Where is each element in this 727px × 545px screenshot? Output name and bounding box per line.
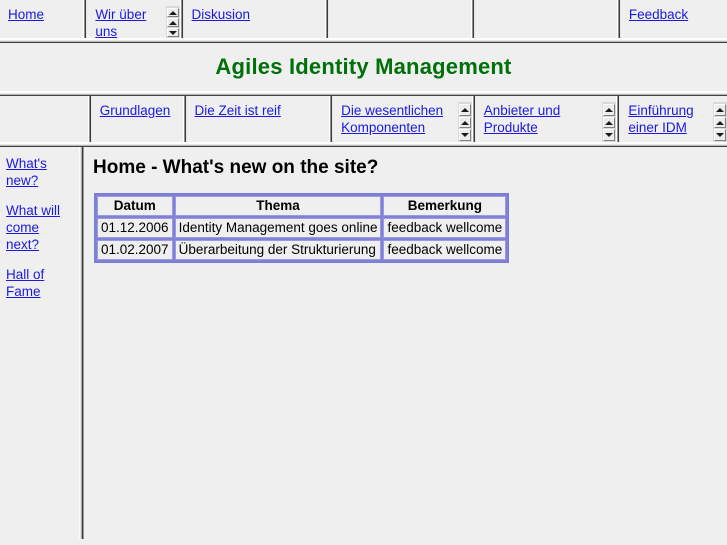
page-title: Agiles Identity Management [215, 54, 512, 79]
nav-scrollbar[interactable] [165, 6, 180, 38]
table-cell-thema: Überarbeitung der Strukturierung [174, 240, 382, 260]
table-body: 01.12.2006 Identity Management goes onlin… [97, 218, 507, 260]
table-row: 01.12.2006 Identity Management goes onlin… [97, 218, 507, 238]
table-column-header: Bemerkung [383, 196, 507, 216]
table-cell-bemerkung: feedback wellcome [383, 218, 507, 238]
sub-nav-frame: Grundlagen Die Zeit ist reif Die wesentlic… [0, 96, 727, 142]
scroll-down-button[interactable] [714, 129, 727, 142]
top-nav-item-empty [329, 0, 472, 38]
top-nav-item-diskusion[interactable]: Diskusion [183, 0, 326, 38]
table-column-header: Datum [97, 196, 173, 216]
scroll-up-button[interactable] [458, 116, 471, 129]
triangle-up-icon [605, 107, 614, 112]
triangle-up-icon [168, 10, 177, 15]
scroll-up-button[interactable] [166, 8, 179, 17]
triangle-up-icon [716, 107, 725, 112]
scroll-down-button[interactable] [603, 129, 616, 142]
sub-nav-item-empty [0, 96, 88, 142]
triangle-down-icon [168, 30, 177, 35]
scroll-up-button[interactable] [458, 104, 471, 116]
sidebar-item-what-s-new[interactable]: What's new? [6, 155, 73, 189]
nav-item-label: Diskusion [191, 7, 251, 22]
nav-item-label: Home [8, 7, 45, 22]
body-area: What's new? What will come next? Hall of F… [0, 147, 727, 539]
nav-scrollbar[interactable] [713, 102, 727, 142]
nav-item-label: Die wesentlichen Komponenten [341, 103, 444, 135]
scroll-up-button[interactable] [166, 18, 179, 27]
table-cell-datum: 01.02.2007 [97, 240, 173, 260]
nav-item-label: Wir über uns [95, 7, 147, 38]
top-nav-item-home[interactable]: Home [0, 0, 84, 38]
top-nav-item-empty [475, 0, 617, 38]
top-nav-bar: Home Wir über uns Diskusion Feedback [0, 0, 727, 38]
main-content: Home - What's new on the site? Datum Them… [84, 147, 727, 539]
table-cell-bemerkung: feedback wellcome [383, 240, 507, 260]
triangle-up-icon [716, 120, 725, 125]
sub-nav-item-anbieter-und-produkte[interactable]: Anbieter und Produkte [475, 96, 617, 142]
table-header-row: Datum Thema Bemerkung [97, 196, 507, 216]
table-cell-thema: Identity Management goes online [174, 218, 382, 238]
triangle-up-icon [460, 107, 469, 112]
page-frameset: Home Wir über uns Diskusion Feedback Agiles… [0, 0, 727, 545]
table-cell-datum: 01.12.2006 [97, 218, 173, 238]
nav-item-label: Feedback [628, 7, 689, 22]
sub-nav-item-grundlagen[interactable]: Grundlagen [91, 96, 183, 142]
nav-item-label: Anbieter und Produkte [483, 103, 561, 135]
nav-item-label: Einführung einer IDM [628, 103, 694, 135]
nav-item-label: Grundlagen [99, 103, 171, 118]
table-header: Datum Thema Bemerkung [97, 196, 507, 216]
scroll-down-button[interactable] [458, 129, 471, 142]
table-row: 01.02.2007 Überarbeitung der Strukturieru… [97, 240, 507, 260]
sidebar-item-what-will-come-next[interactable]: What will come next? [6, 202, 73, 253]
scroll-down-button[interactable] [166, 28, 179, 37]
table-column-header: Thema [174, 196, 382, 216]
triangle-up-icon [168, 20, 177, 25]
sub-nav-item-die-wesentlichen-komponenten[interactable]: Die wesentlichen Komponenten [333, 96, 472, 142]
scroll-up-button[interactable] [714, 116, 727, 129]
nav-scrollbar[interactable] [602, 102, 617, 142]
sidebar-nav: What's new? What will come next? Hall of F… [0, 147, 79, 539]
triangle-up-icon [460, 120, 469, 125]
content-heading: Home - What's new on the site? [93, 157, 379, 178]
nav-scrollbar[interactable] [457, 102, 472, 142]
scroll-up-button[interactable] [603, 116, 616, 129]
sub-nav-bar: Grundlagen Die Zeit ist reif Die wesentlic… [0, 96, 727, 142]
whats-new-table: Datum Thema Bemerkung 01.12.2006 Identity M… [94, 193, 510, 263]
scroll-up-button[interactable] [714, 104, 727, 116]
triangle-down-icon [605, 133, 614, 138]
triangle-down-icon [460, 133, 469, 138]
scroll-up-button[interactable] [603, 104, 616, 116]
top-nav-frame: Home Wir über uns Diskusion Feedback [0, 0, 727, 38]
triangle-down-icon [716, 133, 725, 138]
top-nav-item-feedback[interactable]: Feedback [620, 0, 727, 38]
site-banner: Agiles Identity Management [0, 43, 727, 91]
top-nav-item-wir-ber-uns[interactable]: Wir über uns [87, 0, 180, 38]
sub-nav-item-die-zeit-ist-reif[interactable]: Die Zeit ist reif [186, 96, 330, 142]
sub-nav-item-einf-hrung-einer-idm[interactable]: Einführung einer IDM [620, 96, 727, 142]
title-frame: Agiles Identity Management [0, 43, 727, 91]
nav-item-label: Die Zeit ist reif [194, 103, 281, 118]
triangle-up-icon [605, 120, 614, 125]
sidebar-item-hall-of-fame[interactable]: Hall of Fame [6, 266, 73, 300]
